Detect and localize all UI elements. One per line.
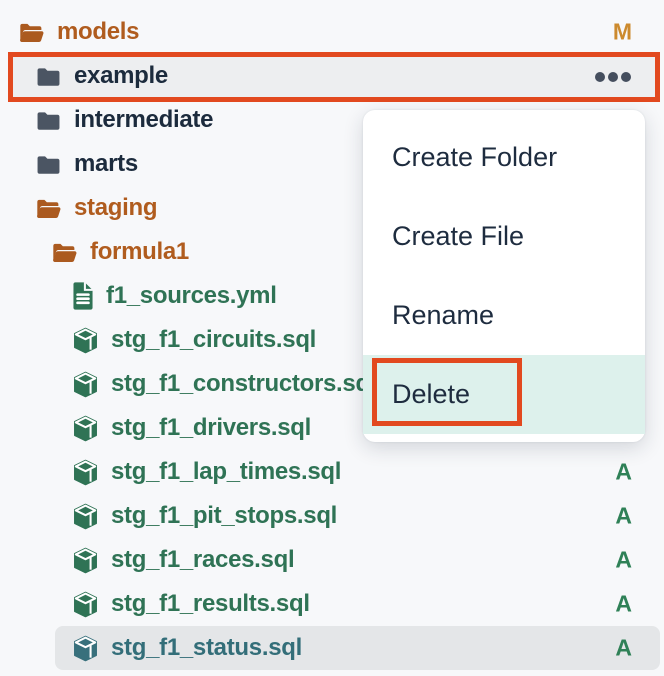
- status-badge-added: A: [615, 503, 632, 530]
- tree-item-label: stg_f1_circuits.sql: [111, 326, 316, 354]
- model-cube-icon: [71, 458, 100, 487]
- tree-item-example[interactable]: example: [8, 54, 656, 98]
- tree-item-stg-f1-races[interactable]: stg_f1_races.sql A: [0, 538, 664, 582]
- folder-open-icon: [34, 196, 63, 221]
- model-cube-icon: [71, 326, 100, 355]
- folder-closed-icon: [34, 152, 63, 177]
- tree-item-stg-f1-status[interactable]: stg_f1_status.sql A: [55, 626, 660, 670]
- tree-item-label: stg_f1_constructors.sql: [111, 370, 376, 398]
- tree-item-models[interactable]: models M: [0, 10, 664, 54]
- model-cube-icon: [71, 634, 100, 663]
- status-badge-added: A: [615, 591, 632, 618]
- tree-item-stg-f1-pit-stops[interactable]: stg_f1_pit_stops.sql A: [0, 494, 664, 538]
- menu-item-create-file[interactable]: Create File: [363, 197, 645, 276]
- tree-item-label: stg_f1_drivers.sql: [111, 414, 311, 442]
- tree-item-label: staging: [74, 194, 157, 222]
- tree-item-label: stg_f1_pit_stops.sql: [111, 502, 337, 530]
- menu-item-delete[interactable]: Delete: [363, 355, 645, 434]
- tree-item-stg-f1-lap-times[interactable]: stg_f1_lap_times.sql A: [0, 450, 664, 494]
- tree-item-label: example: [74, 62, 168, 90]
- context-menu: Create Folder Create File Rename Delete: [363, 110, 645, 442]
- folder-open-icon: [17, 20, 46, 45]
- status-badge-modified: M: [613, 19, 632, 46]
- tree-item-label: stg_f1_lap_times.sql: [111, 458, 341, 486]
- folder-closed-icon: [34, 64, 63, 89]
- status-badge-added: A: [615, 635, 632, 662]
- tree-item-label: stg_f1_results.sql: [111, 590, 310, 618]
- model-cube-icon: [71, 414, 100, 443]
- tree-item-label: models: [57, 18, 139, 46]
- menu-item-create-folder[interactable]: Create Folder: [363, 118, 645, 197]
- folder-open-icon: [50, 240, 79, 265]
- tree-item-label: marts: [74, 150, 138, 178]
- tree-item-label: stg_f1_status.sql: [111, 634, 302, 662]
- tree-item-label: intermediate: [74, 106, 213, 134]
- model-cube-icon: [71, 590, 100, 619]
- tree-item-label: stg_f1_races.sql: [111, 546, 294, 574]
- status-badge-added: A: [615, 459, 632, 486]
- tree-item-stg-f1-results[interactable]: stg_f1_results.sql A: [0, 582, 664, 626]
- status-badge-added: A: [615, 547, 632, 574]
- yml-file-icon: [71, 281, 95, 311]
- tree-item-label: formula1: [90, 238, 189, 266]
- ellipsis-icon[interactable]: [594, 71, 632, 83]
- folder-closed-icon: [34, 108, 63, 133]
- model-cube-icon: [71, 502, 100, 531]
- model-cube-icon: [71, 370, 100, 399]
- model-cube-icon: [71, 546, 100, 575]
- tree-item-label: f1_sources.yml: [106, 282, 277, 310]
- menu-item-rename[interactable]: Rename: [363, 276, 645, 355]
